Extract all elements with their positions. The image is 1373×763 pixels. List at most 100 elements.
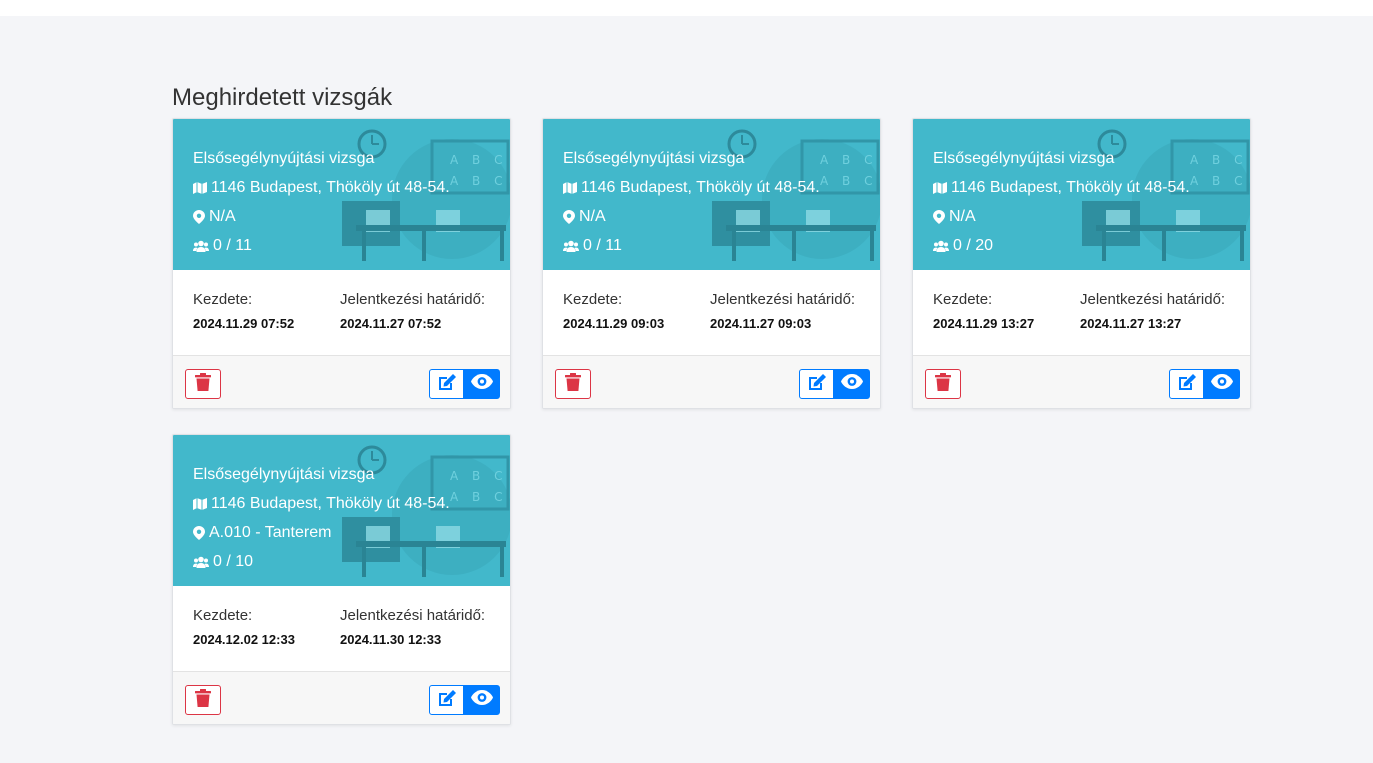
- exam-room: N/A: [933, 208, 976, 226]
- card-body: Kezdete: Jelentkezési határidő: 2024.11.…: [913, 270, 1250, 355]
- exam-title: Elsősegélynyújtási vizsga: [933, 150, 1115, 167]
- edit-icon: [437, 373, 457, 396]
- exam-title: Elsősegélynyújtási vizsga: [563, 150, 745, 167]
- map-marker-icon: [193, 210, 205, 224]
- action-button-group: [429, 369, 500, 399]
- address-text: 1146 Budapest, Thököly út 48-54.: [211, 495, 450, 512]
- eye-icon: [471, 690, 493, 710]
- edit-icon: [437, 689, 457, 712]
- address-text: 1146 Budapest, Thököly út 48-54.: [951, 179, 1190, 196]
- map-marker-icon: [193, 526, 205, 540]
- card-header: A B C A B C Elsősegélynyújtási vizsga 11…: [543, 119, 880, 270]
- exam-card: A B C A B C Elsősegélynyújtási vizsga 11…: [172, 118, 511, 409]
- eye-icon: [841, 374, 863, 394]
- card-footer: [913, 355, 1250, 408]
- exam-card: A B C A B C Elsősegélynyújtási vizsga 11…: [912, 118, 1251, 409]
- delete-button[interactable]: [555, 369, 591, 399]
- exam-address: 1146 Budapest, Thököly út 48-54.: [563, 179, 820, 197]
- capacity-text: 0 / 20: [953, 237, 994, 254]
- users-icon: [563, 240, 579, 252]
- edit-icon: [807, 373, 827, 396]
- exam-title: Elsősegélynyújtási vizsga: [193, 150, 375, 167]
- map-marker-icon: [563, 210, 575, 224]
- start-value: 2024.11.29 07:52: [193, 316, 295, 331]
- exam-capacity: 0 / 11: [563, 237, 622, 255]
- start-label: Kezdete:: [933, 291, 993, 308]
- room-text: N/A: [949, 208, 976, 225]
- deadline-label: Jelentkezési határidő:: [340, 607, 486, 624]
- delete-button[interactable]: [925, 369, 961, 399]
- exam-capacity: 0 / 20: [933, 237, 993, 255]
- users-icon: [193, 240, 209, 252]
- start-value: 2024.11.29 13:27: [933, 316, 1035, 331]
- exam-address: 1146 Budapest, Thököly út 48-54.: [193, 179, 450, 197]
- exam-capacity: 0 / 11: [193, 237, 252, 255]
- edit-button[interactable]: [799, 369, 834, 399]
- exam-capacity: 0 / 10: [193, 553, 253, 571]
- svg-text:A B C: A B C: [820, 174, 877, 188]
- deadline-label: Jelentkezési határidő:: [1080, 291, 1226, 308]
- trash-icon: [195, 372, 211, 396]
- capacity-text: 0 / 11: [213, 237, 252, 254]
- users-icon: [933, 240, 949, 252]
- svg-text:A B C: A B C: [1190, 153, 1247, 167]
- card-header: A B C A B C Elsősegélynyújtási vizsga 11…: [173, 435, 510, 586]
- svg-text:A B C: A B C: [450, 469, 507, 483]
- exam-card: A B C A B C Elsősegélynyújtási vizsga 11…: [172, 434, 511, 725]
- action-button-group: [429, 685, 500, 715]
- edit-button[interactable]: [1169, 369, 1204, 399]
- edit-button[interactable]: [429, 685, 464, 715]
- edit-icon: [1177, 373, 1197, 396]
- deadline-label: Jelentkezési határidő:: [340, 291, 486, 308]
- exam-address: 1146 Budapest, Thököly út 48-54.: [933, 179, 1190, 197]
- delete-button[interactable]: [185, 685, 221, 715]
- deadline-value: 2024.11.27 09:03: [710, 316, 812, 331]
- view-button[interactable]: [834, 369, 870, 399]
- card-body: Kezdete: Jelentkezési határidő: 2024.11.…: [173, 270, 510, 355]
- room-text: A.010 - Tanterem: [209, 524, 332, 541]
- exam-room: N/A: [563, 208, 606, 226]
- trash-icon: [935, 372, 951, 396]
- deadline-value: 2024.11.27 13:27: [1080, 316, 1182, 331]
- card-body: Kezdete: Jelentkezési határidő: 2024.11.…: [543, 270, 880, 355]
- deadline-value: 2024.11.30 12:33: [340, 632, 442, 647]
- deadline-label: Jelentkezési határidő:: [710, 291, 856, 308]
- view-button[interactable]: [464, 369, 500, 399]
- card-footer: [543, 355, 880, 408]
- eye-icon: [1211, 374, 1233, 394]
- start-value: 2024.12.02 12:33: [193, 632, 295, 647]
- card-footer: [173, 355, 510, 408]
- svg-text:A B C: A B C: [1190, 174, 1247, 188]
- capacity-text: 0 / 10: [213, 553, 254, 570]
- exam-address: 1146 Budapest, Thököly út 48-54.: [193, 495, 450, 513]
- start-value: 2024.11.29 09:03: [563, 316, 665, 331]
- view-button[interactable]: [1204, 369, 1240, 399]
- map-marker-icon: [933, 210, 945, 224]
- delete-button[interactable]: [185, 369, 221, 399]
- capacity-text: 0 / 11: [583, 237, 622, 254]
- svg-text:A B C: A B C: [450, 153, 507, 167]
- map-icon: [933, 182, 947, 194]
- start-label: Kezdete:: [193, 291, 253, 308]
- card-body: Kezdete: Jelentkezési határidő: 2024.12.…: [173, 586, 510, 671]
- card-footer: [173, 671, 510, 724]
- trash-icon: [195, 688, 211, 712]
- start-label: Kezdete:: [563, 291, 623, 308]
- svg-text:A B C: A B C: [820, 153, 877, 167]
- top-bar: [0, 0, 1373, 16]
- map-icon: [193, 182, 207, 194]
- room-text: N/A: [209, 208, 236, 225]
- edit-button[interactable]: [429, 369, 464, 399]
- card-header: A B C A B C Elsősegélynyújtási vizsga 11…: [173, 119, 510, 270]
- page-title: Meghirdetett vizsgák: [172, 84, 393, 111]
- action-button-group: [799, 369, 870, 399]
- exam-room: A.010 - Tanterem: [193, 524, 331, 542]
- deadline-value: 2024.11.27 07:52: [340, 316, 442, 331]
- view-button[interactable]: [464, 685, 500, 715]
- address-text: 1146 Budapest, Thököly út 48-54.: [581, 179, 820, 196]
- svg-text:A B C: A B C: [450, 174, 507, 188]
- map-icon: [563, 182, 577, 194]
- eye-icon: [471, 374, 493, 394]
- address-text: 1146 Budapest, Thököly út 48-54.: [211, 179, 450, 196]
- card-header: A B C A B C Elsősegélynyújtási vizsga 11…: [913, 119, 1250, 270]
